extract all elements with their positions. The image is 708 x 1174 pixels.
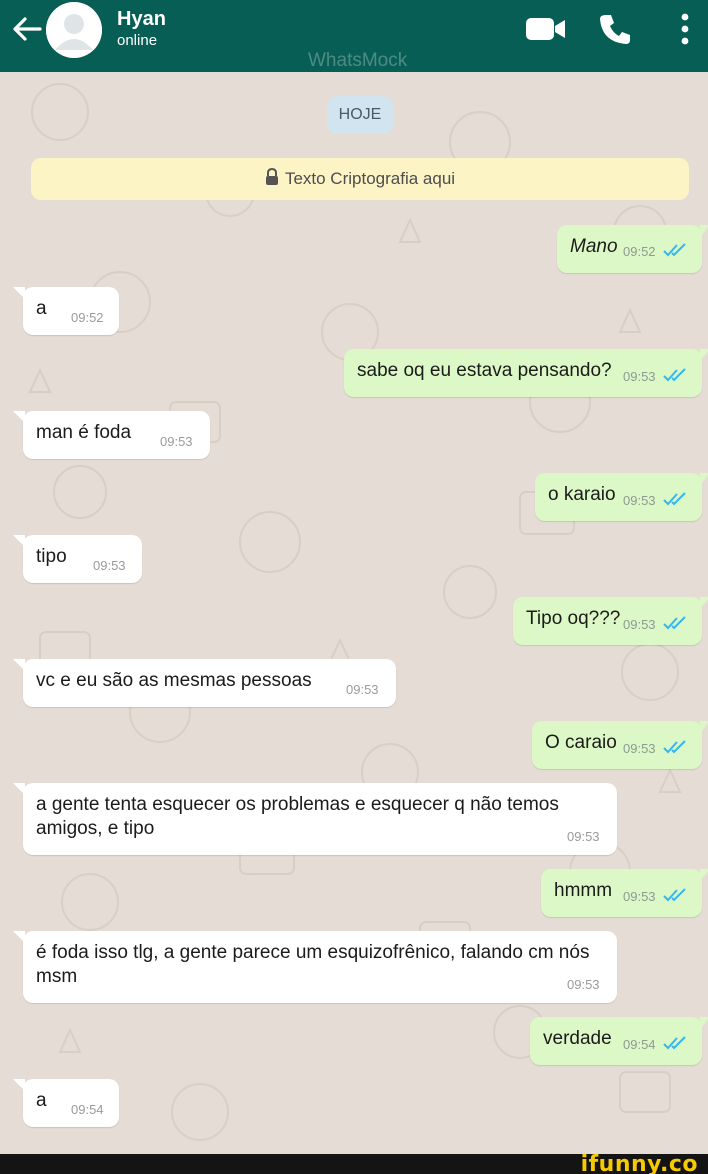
contact-status: online	[117, 32, 158, 49]
message-time: 09:53	[623, 617, 656, 632]
message-bubble-incoming[interactable]: a gente tenta esquecer os problemas e es…	[13, 783, 617, 855]
message-text: a	[36, 298, 47, 319]
encryption-notice-text: Texto Criptografia aqui	[284, 169, 456, 188]
ifunny-logo: ifunny.co	[580, 1152, 698, 1174]
message-time: 09:53	[623, 369, 656, 384]
message-text: sabe oq eu estava pensando?	[357, 360, 612, 381]
double-check-icon	[663, 1036, 686, 1050]
lock-icon	[265, 168, 278, 185]
message-bubble-outgoing[interactable]: Tipo oq??? 09:53	[513, 597, 708, 645]
encryption-notice[interactable]: Texto Criptografia aqui	[31, 158, 689, 200]
message-text: Tipo oq???	[526, 608, 621, 629]
message-bubble-incoming[interactable]: a 09:54	[13, 1079, 119, 1127]
message-bubble-outgoing[interactable]: verdade 09:54	[530, 1017, 708, 1065]
message-time: 09:52	[71, 310, 104, 325]
message-text: man é foda	[36, 422, 132, 443]
message-text: a	[36, 1090, 47, 1111]
phone-icon[interactable]	[598, 12, 632, 46]
message-bubble-incoming[interactable]: é foda isso tlg, a gente parece um esqui…	[13, 931, 617, 1003]
chat-header: Hyan online WhatsMock	[0, 0, 708, 72]
message-text: vc e eu são as mesmas pessoas	[36, 670, 312, 691]
double-check-icon	[663, 368, 686, 382]
message-time: 09:53	[567, 829, 600, 844]
message-time: 09:53	[93, 558, 126, 573]
double-check-icon	[663, 740, 686, 754]
message-time: 09:53	[623, 493, 656, 508]
message-time: 09:52	[623, 244, 656, 259]
date-divider: HOJE	[327, 96, 393, 134]
message-bubble-outgoing[interactable]: hmmm 09:53	[541, 869, 708, 917]
message-text: O caraio	[545, 732, 617, 753]
contact-name[interactable]: Hyan	[117, 8, 166, 31]
message-bubble-incoming[interactable]: tipo 09:53	[13, 535, 142, 583]
message-text: o karaio	[548, 484, 616, 505]
message-bubble-outgoing[interactable]: sabe oq eu estava pensando? 09:53	[344, 349, 708, 397]
message-bubble-incoming[interactable]: a 09:52	[13, 287, 119, 335]
message-text: a gente tenta esquecer os problemas e es…	[36, 794, 559, 839]
message-bubble-incoming[interactable]: man é foda 09:53	[13, 411, 210, 459]
video-camera-icon[interactable]	[524, 14, 568, 42]
message-time: 09:53	[567, 977, 600, 992]
message-time: 09:53	[346, 682, 379, 697]
app-watermark: WhatsMock	[308, 50, 408, 71]
more-vertical-icon[interactable]	[678, 12, 692, 46]
double-check-icon	[663, 492, 686, 506]
message-time: 09:53	[623, 889, 656, 904]
message-bubble-incoming[interactable]: vc e eu são as mesmas pessoas 09:53	[13, 659, 396, 707]
message-bubble-outgoing[interactable]: o karaio 09:53	[535, 473, 708, 521]
message-text: Mano	[570, 236, 618, 257]
message-time: 09:54	[623, 1037, 656, 1052]
message-bubble-outgoing[interactable]: O caraio 09:53	[532, 721, 708, 769]
contact-avatar[interactable]	[46, 2, 102, 58]
watermark-bar: ifunny.co	[0, 1152, 708, 1174]
message-bubble-outgoing[interactable]: Mano 09:52	[557, 225, 708, 273]
arrow-left-icon[interactable]	[10, 14, 44, 44]
message-time: 09:54	[71, 1102, 104, 1117]
message-text: é foda isso tlg, a gente parece um esqui…	[36, 942, 590, 987]
message-text: verdade	[543, 1028, 612, 1049]
chat-area[interactable]: HOJE Texto Criptografia aqui Mano 09:52 …	[0, 72, 708, 1154]
message-time: 09:53	[623, 741, 656, 756]
default-avatar-icon	[46, 2, 102, 58]
message-text: hmmm	[554, 880, 613, 901]
message-time: 09:53	[160, 434, 193, 449]
double-check-icon	[663, 616, 686, 630]
double-check-icon	[663, 243, 686, 257]
message-text: tipo	[36, 546, 67, 567]
double-check-icon	[663, 888, 686, 902]
